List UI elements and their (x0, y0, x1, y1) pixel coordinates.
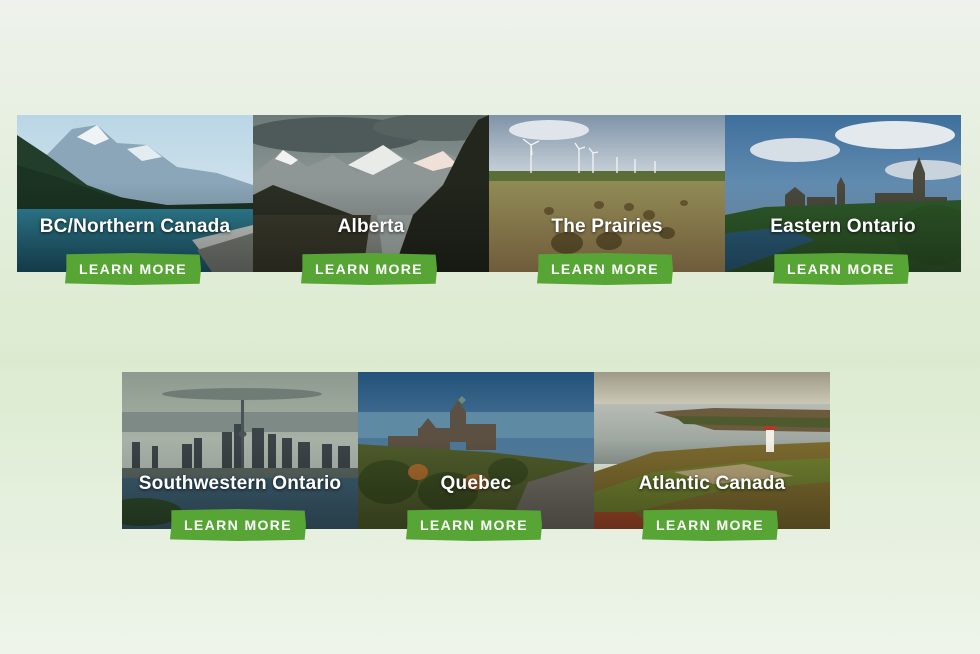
learn-more-button-southwestern-ontario[interactable]: LEARN MORE (170, 509, 306, 541)
learn-more-button-bc[interactable]: LEARN MORE (65, 253, 201, 285)
region-title: BC/Northern Canada (39, 216, 231, 237)
region-card-atlantic-canada[interactable]: Atlantic Canada (594, 372, 830, 529)
region-title: The Prairies (551, 216, 663, 237)
region-card-alberta[interactable]: Alberta (253, 115, 489, 272)
region-title: Quebec (440, 473, 512, 494)
learn-more-button-atlantic-canada[interactable]: LEARN MORE (642, 509, 778, 541)
region-title: Alberta (337, 216, 405, 237)
region-title: Southwestern Ontario (138, 473, 342, 494)
learn-more-button-eastern-ontario[interactable]: LEARN MORE (773, 253, 909, 285)
region-card-quebec[interactable]: Quebec (358, 372, 594, 529)
region-card-prairies[interactable]: The Prairies (489, 115, 725, 272)
region-card-eastern-ontario[interactable]: Eastern Ontario (725, 115, 961, 272)
region-title: Eastern Ontario (770, 216, 916, 237)
learn-more-button-alberta[interactable]: LEARN MORE (301, 253, 437, 285)
region-card-bc[interactable]: BC/Northern Canada (17, 115, 253, 272)
learn-more-button-quebec[interactable]: LEARN MORE (406, 509, 542, 541)
region-title: Atlantic Canada (638, 473, 786, 494)
region-card-southwestern-ontario[interactable]: Southwestern Ontario (122, 372, 358, 529)
learn-more-button-prairies[interactable]: LEARN MORE (537, 253, 673, 285)
